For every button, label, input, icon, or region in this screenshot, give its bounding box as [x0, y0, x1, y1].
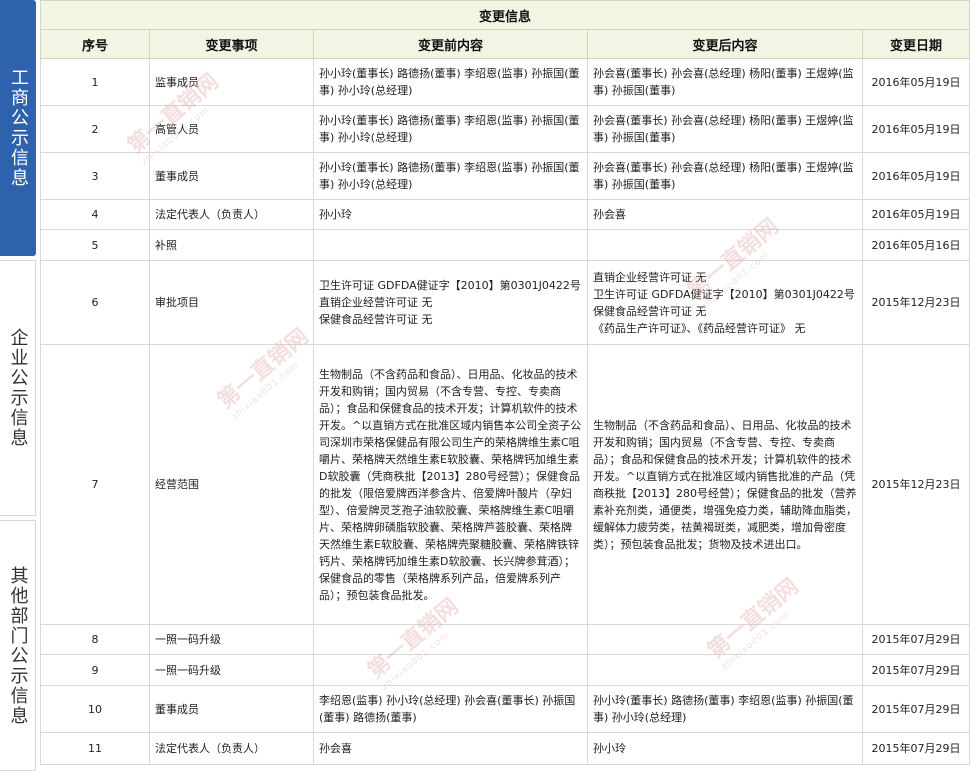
table-row: 4 法定代表人（负责人） 孙小玲 孙会喜 2016年05月19日 [40, 199, 970, 230]
cell-date: 2016年05月19日 [861, 105, 970, 153]
cell-item: 监事成员 [149, 58, 314, 106]
table-row: 2 高管人员 孙小玲(董事长) 路德扬(董事) 李绍恩(监事) 孙振国(董事) 孙小… [40, 105, 970, 153]
tab-business-info-label: 工商公示信息 [8, 68, 29, 188]
table-row: 5 补照 2016年05月16日 [40, 229, 970, 261]
cell-date: 2016年05月19日 [861, 152, 970, 200]
table-row: 7 经营范围 生物制品（不含药品和食品）、日用品、化妆品的技术开发和购销；国内贸易（… [40, 344, 970, 625]
sidebar-nav: 工商公示信息 企业公示信息 其他部门公示信息 [0, 0, 38, 771]
table-row: 1 监事成员 孙小玲(董事长) 路德扬(董事) 李绍恩(监事) 孙振国(董事) 孙小… [40, 58, 970, 106]
tab-enterprise-info-label: 企业公示信息 [7, 328, 29, 448]
change-info-panel: 变更信息 序号 变更事项 变更前内容 变更后内容 变更日期 1 监事成员 孙小玲(董… [40, 0, 970, 771]
cell-after: 孙小玲(董事长) 路德扬(董事) 李绍恩(监事) 孙振国(董事) 孙小玲(总经理… [587, 685, 863, 733]
cell-no: 6 [40, 260, 150, 345]
cell-before: 卫生许可证 GDFDA健证字【2010】第0301J0422号 直销企业经营许可… [313, 260, 588, 345]
cell-no: 7 [40, 344, 150, 625]
tab-enterprise-info[interactable]: 企业公示信息 [0, 260, 36, 516]
cell-before: 孙小玲(董事长) 路德扬(董事) 李绍恩(监事) 孙振国(董事) 孙小玲(总经理… [313, 58, 588, 106]
cell-no: 1 [40, 58, 150, 106]
cell-item: 董事成员 [149, 152, 314, 200]
cell-before [313, 229, 588, 261]
cell-after: 孙会喜 [587, 199, 863, 230]
table-row: 11 法定代表人（负责人） 孙会喜 孙小玲 2015年07月29日 [40, 732, 970, 765]
cell-before: 李绍恩(监事) 孙小玲(总经理) 孙会喜(董事长) 孙振国(董事) 路德扬(董事… [313, 685, 588, 733]
cell-no: 8 [40, 624, 150, 655]
cell-no: 10 [40, 685, 150, 733]
cell-after: 孙会喜(董事长) 孙会喜(总经理) 杨阳(董事) 王煜婷(监事) 孙振国(董事) [587, 152, 863, 200]
cell-item: 审批项目 [149, 260, 314, 345]
table-header-row: 序号 变更事项 变更前内容 变更后内容 变更日期 [40, 29, 970, 59]
cell-item: 法定代表人（负责人） [149, 732, 314, 765]
cell-date: 2015年07月29日 [861, 685, 970, 733]
col-header-date: 变更日期 [861, 29, 970, 59]
cell-no: 2 [40, 105, 150, 153]
cell-item: 一照一码升级 [149, 654, 314, 686]
cell-no: 9 [40, 654, 150, 686]
cell-after [587, 229, 863, 261]
table-row: 6 审批项目 卫生许可证 GDFDA健证字【2010】第0301J0422号 直销企… [40, 260, 970, 345]
cell-date: 2016年05月16日 [861, 229, 970, 261]
change-info-table: 变更信息 序号 变更事项 变更前内容 变更后内容 变更日期 1 监事成员 孙小玲(董… [40, 0, 970, 765]
cell-before: 孙小玲(董事长) 路德扬(董事) 李绍恩(监事) 孙振国(董事) 孙小玲(总经理… [313, 152, 588, 200]
cell-date: 2015年07月29日 [861, 654, 970, 686]
cell-after: 孙会喜(董事长) 孙会喜(总经理) 杨阳(董事) 王煜婷(监事) 孙振国(董事) [587, 105, 863, 153]
table-title: 变更信息 [40, 0, 970, 30]
cell-before: 生物制品（不含药品和食品）、日用品、化妆品的技术开发和购销；国内贸易（不含专营、… [313, 344, 588, 625]
cell-after [587, 654, 863, 686]
cell-item: 法定代表人（负责人） [149, 199, 314, 230]
cell-date: 2015年07月29日 [861, 624, 970, 655]
table-body: 1 监事成员 孙小玲(董事长) 路德扬(董事) 李绍恩(监事) 孙振国(董事) 孙小… [40, 58, 970, 765]
cell-before: 孙小玲 [313, 199, 588, 230]
table-row: 8 一照一码升级 2015年07月29日 [40, 624, 970, 655]
cell-before: 孙小玲(董事长) 路德扬(董事) 李绍恩(监事) 孙振国(董事) 孙小玲(总经理… [313, 105, 588, 153]
cell-item: 一照一码升级 [149, 624, 314, 655]
cell-no: 3 [40, 152, 150, 200]
cell-no: 4 [40, 199, 150, 230]
cell-item: 董事成员 [149, 685, 314, 733]
cell-item: 经营范围 [149, 344, 314, 625]
cell-date: 2016年05月19日 [861, 58, 970, 106]
cell-date: 2015年07月29日 [861, 732, 970, 765]
cell-after [587, 624, 863, 655]
cell-after: 孙小玲 [587, 732, 863, 765]
cell-date: 2015年12月23日 [861, 260, 970, 345]
cell-after: 生物制品（不含药品和食品）、日用品、化妆品的技术开发和购销；国内贸易（不含专营、… [587, 344, 863, 625]
cell-after: 孙会喜(董事长) 孙会喜(总经理) 杨阳(董事) 王煜婷(监事) 孙振国(董事) [587, 58, 863, 106]
table-row: 3 董事成员 孙小玲(董事长) 路德扬(董事) 李绍恩(监事) 孙振国(董事) 孙小… [40, 152, 970, 200]
table-row: 9 一照一码升级 2015年07月29日 [40, 654, 970, 686]
col-header-before: 变更前内容 [313, 29, 588, 59]
cell-before [313, 654, 588, 686]
table-row: 10 董事成员 李绍恩(监事) 孙小玲(总经理) 孙会喜(董事长) 孙振国(董事) … [40, 685, 970, 733]
col-header-after: 变更后内容 [587, 29, 863, 59]
col-header-item: 变更事项 [149, 29, 314, 59]
cell-after: 直销企业经营许可证 无 卫生许可证 GDFDA健证字【2010】第0301J04… [587, 260, 863, 345]
cell-before [313, 624, 588, 655]
cell-no: 5 [40, 229, 150, 261]
cell-date: 2016年05月19日 [861, 199, 970, 230]
tab-other-dept-info-label: 其他部门公示信息 [7, 565, 29, 726]
tab-other-dept-info[interactable]: 其他部门公示信息 [0, 520, 36, 771]
cell-date: 2015年12月23日 [861, 344, 970, 625]
cell-item: 高管人员 [149, 105, 314, 153]
cell-before: 孙会喜 [313, 732, 588, 765]
cell-no: 11 [40, 732, 150, 765]
tab-business-info[interactable]: 工商公示信息 [0, 0, 36, 256]
cell-item: 补照 [149, 229, 314, 261]
col-header-no: 序号 [40, 29, 150, 59]
